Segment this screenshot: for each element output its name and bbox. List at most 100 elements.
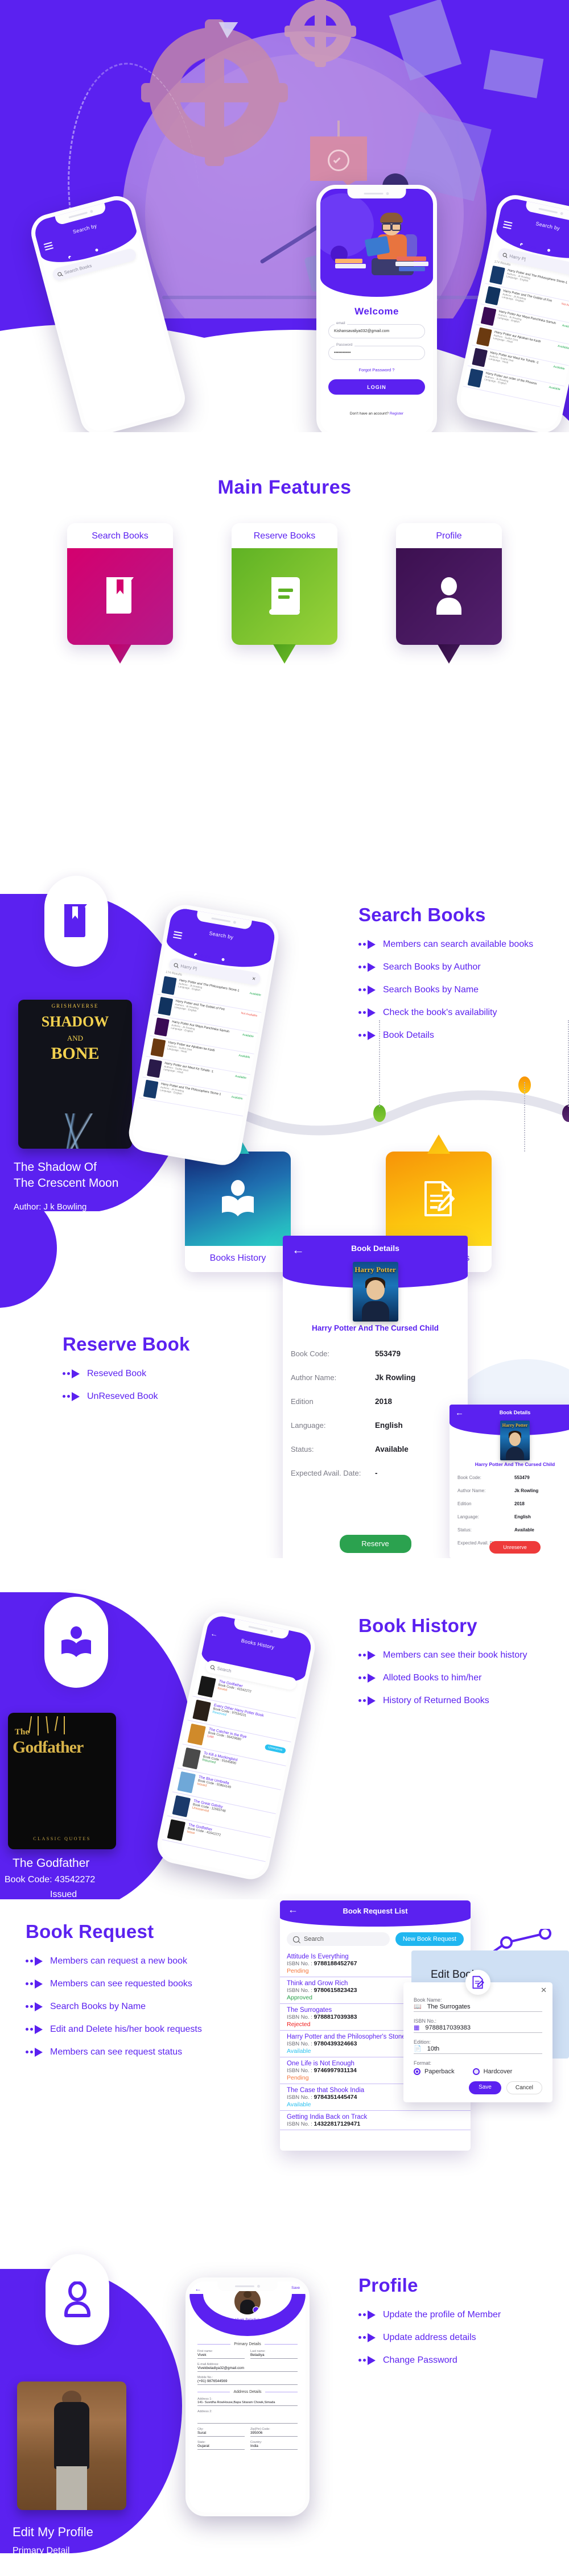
feature-bullet-label: Search Books by Author bbox=[383, 962, 481, 972]
register-prompt: Don't have an account? Register bbox=[328, 412, 425, 416]
book-cover-thumb bbox=[472, 347, 488, 367]
unreserve-button[interactable]: Unreserve bbox=[489, 1541, 541, 1554]
feature-bullet-label: Members can see requested books bbox=[50, 1979, 192, 1989]
overlay-author: Author: J k Bowling bbox=[14, 1202, 87, 1211]
back-arrow-icon[interactable]: ← bbox=[195, 2285, 201, 2293]
cover-brand: GRISHAVERSE bbox=[51, 1003, 99, 1009]
feature-bullet: Check the book's availability bbox=[358, 1008, 533, 1018]
edit-format-field: Format: Paperback Hardcover bbox=[414, 2060, 542, 2075]
book-cover-thumb bbox=[154, 1017, 170, 1037]
arrow-icon bbox=[358, 1031, 376, 1040]
field-value: The Surrogates bbox=[427, 2003, 471, 2010]
request-search-input[interactable]: Search bbox=[287, 1932, 390, 1946]
back-arrow-icon[interactable]: ← bbox=[455, 1408, 464, 1418]
field-value bbox=[197, 2413, 298, 2424]
gear-small-icon bbox=[289, 0, 352, 67]
back-arrow-icon[interactable]: ← bbox=[288, 1904, 298, 1916]
infographic-page: Search by Book Author Search Books Welco… bbox=[0, 0, 569, 2576]
clear-icon[interactable]: ✕ bbox=[251, 976, 256, 981]
document-edit-icon bbox=[465, 1970, 490, 1995]
state-field[interactable]: State: Gujarat bbox=[197, 2441, 245, 2450]
profile-photo bbox=[17, 2382, 126, 2510]
forgot-password-link[interactable]: Forgot Password ? bbox=[328, 367, 425, 372]
save-button[interactable]: Save bbox=[469, 2081, 501, 2094]
feature-bullet: Members can see requested books bbox=[26, 1979, 202, 1989]
field-value: 141- Suvidha RowHouse,Bapa Sitaram Chowk… bbox=[197, 2401, 298, 2406]
save-link[interactable]: Save bbox=[291, 2286, 300, 2290]
cancel-button[interactable]: Cancel bbox=[506, 2081, 542, 2094]
detail-key: Book Code: bbox=[457, 1475, 481, 1480]
login-button[interactable]: LOGIN bbox=[328, 379, 425, 395]
user-name: Vivek Beladiya bbox=[235, 2318, 260, 2322]
mobile-field[interactable]: Mobile No.: (+91) 9876544569 bbox=[197, 2376, 298, 2385]
detail-row: Book Code: 553479 bbox=[291, 1349, 460, 1358]
detail-value: - bbox=[375, 1469, 378, 1477]
feature-bullet: UnReseved Book bbox=[63, 1391, 190, 1402]
feature-card-search-books[interactable]: Search Books bbox=[67, 523, 173, 645]
reserve-button[interactable]: Reserve bbox=[339, 1535, 411, 1553]
hamburger-menu-icon[interactable] bbox=[43, 242, 54, 252]
password-field[interactable]: Password •••••••••••• bbox=[328, 343, 425, 360]
feature-bullet-label: History of Returned Books bbox=[383, 1696, 489, 1705]
search-icon bbox=[57, 271, 62, 276]
email-field[interactable]: E-mail Address: Vivekbeladiya32@gmail.co… bbox=[197, 2363, 298, 2372]
feature-bullet-label: Alloted Books to him/her bbox=[383, 1673, 482, 1683]
edit-isbn-field[interactable]: ISBN No.: ▦ 9788817039383 bbox=[414, 2018, 542, 2033]
book-request-row[interactable]: Getting India Back on Track ISBN No. : 14… bbox=[280, 2111, 471, 2130]
search-books-section: GRISHAVERSE SHADOW AND BONE The Shadow O… bbox=[0, 864, 569, 1211]
cover-line-2: Godfather bbox=[13, 1738, 84, 1757]
arrow-icon bbox=[358, 940, 376, 949]
detail-key: Language: bbox=[457, 1514, 479, 1519]
arrow-icon bbox=[358, 1696, 376, 1705]
book-title: Harry Potter And The Cursed Child bbox=[311, 1324, 439, 1332]
cover-line-3: CLASSIC QUOTES bbox=[33, 1836, 91, 1841]
radio-paperback[interactable]: Paperback bbox=[414, 2068, 455, 2075]
hamburger-menu-icon[interactable] bbox=[172, 931, 183, 941]
arrow-icon bbox=[26, 1979, 43, 1989]
field-value: Beladiya bbox=[250, 2353, 298, 2359]
feature-bullet-list: Update the profile of Member Update addre… bbox=[358, 2310, 501, 2366]
book-cover-thumb bbox=[480, 307, 497, 326]
edit-book-dialog-wrapper: Edit Book ✕ Book Name: 📖The Surrogates bbox=[403, 1950, 569, 2102]
field-value: Vivekbeladiya32@gmail.com bbox=[197, 2366, 298, 2372]
field-value: 9788817039383 bbox=[425, 2024, 471, 2031]
feature-card-reserve-books[interactable]: Reserve Books bbox=[232, 523, 337, 645]
address1-field[interactable]: Address 1: 141- Suvidha RowHouse,Bapa Si… bbox=[197, 2397, 298, 2406]
edit-book-name-field[interactable]: Book Name: 📖 The Surrogates bbox=[414, 1997, 542, 2012]
feature-bullet-label: UnReseved Book bbox=[87, 1391, 158, 1401]
detail-row: Author Name: Jk Rowling bbox=[291, 1373, 460, 1382]
overlay-status: Available bbox=[114, 1234, 158, 1246]
back-arrow-icon[interactable]: ← bbox=[292, 1243, 304, 1257]
field-value: Gujarat bbox=[197, 2444, 245, 2450]
field-label: Book Name: bbox=[414, 1997, 442, 2003]
book-icon: 📖 bbox=[414, 2003, 422, 2010]
first-name-field[interactable]: First name: Vivek bbox=[197, 2350, 245, 2359]
last-name-field[interactable]: Last name: Beladiya bbox=[250, 2350, 298, 2359]
feature-card-profile[interactable]: Profile bbox=[396, 523, 502, 645]
city-field[interactable]: City: Surat bbox=[197, 2428, 245, 2437]
section-heading: Search Books bbox=[358, 904, 486, 925]
email-field[interactable]: email Kishansavaliya032@gmail.com bbox=[328, 321, 425, 338]
phone-notch bbox=[347, 189, 406, 198]
book-details-card-reserve: ← Book Details Harry Potter Harry Potter… bbox=[283, 1236, 468, 1558]
detail-key: Edition bbox=[291, 1397, 314, 1406]
address2-field[interactable]: Address 2: bbox=[197, 2410, 298, 2424]
feature-bullet-label: Update address details bbox=[383, 2333, 476, 2342]
detail-key: Language: bbox=[291, 1421, 326, 1430]
camera-icon[interactable] bbox=[253, 2306, 259, 2313]
floating-paper-2 bbox=[483, 49, 544, 98]
detail-key: Status: bbox=[291, 1445, 314, 1453]
book-cover-thumb bbox=[143, 1079, 159, 1099]
overlay-line-1: Primary Detail bbox=[13, 2546, 70, 2556]
edit-edition-field[interactable]: Edition: 📄 10th bbox=[414, 2039, 542, 2054]
register-link[interactable]: Register bbox=[390, 412, 403, 416]
welcome-title: Welcome bbox=[354, 306, 399, 317]
avatar[interactable] bbox=[233, 2287, 262, 2316]
zip-field[interactable]: Zip(Pin) Code: 395006 bbox=[250, 2428, 298, 2437]
detail-key: Expected Avail. Date: bbox=[291, 1469, 361, 1477]
radio-hardcover[interactable]: Hardcover bbox=[472, 2068, 512, 2075]
country-field[interactable]: Country: India bbox=[250, 2441, 298, 2450]
hamburger-menu-icon[interactable] bbox=[502, 221, 513, 231]
close-icon[interactable]: ✕ bbox=[541, 1986, 547, 1995]
book-detail-rows: Book Code: 553479 Author Name: Jk Rowling Ed… bbox=[283, 1349, 468, 1477]
